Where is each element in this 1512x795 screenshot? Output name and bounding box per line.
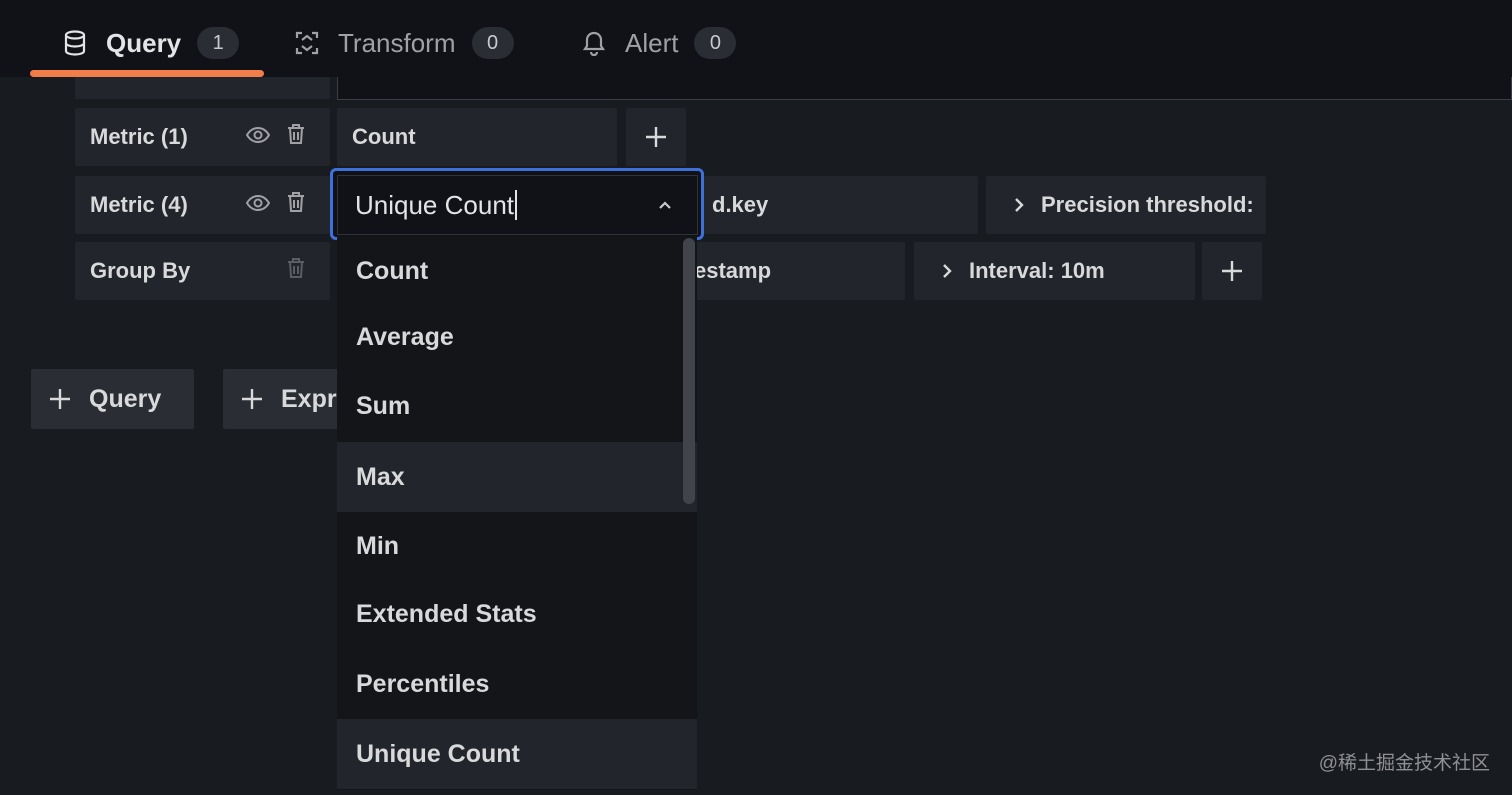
option-unique-count[interactable]: Unique Count [337,719,697,789]
tab-alert-count: 0 [694,27,737,59]
option-sum[interactable]: Sum [337,371,697,441]
option-min[interactable]: Min [337,511,697,581]
plus-icon [242,389,262,409]
metric-1-row-label: Metric (1) [75,108,330,166]
metric-1-type-value: Count [352,124,416,149]
eye-icon[interactable] [245,192,271,218]
interval-toggle[interactable]: Interval: 10m [914,242,1195,300]
hidden-row-label [75,77,330,99]
tab-transform-count: 0 [471,27,514,59]
text-cursor [515,190,517,220]
watermark: @稀土掘金技术社区 [1318,753,1490,774]
add-query-button[interactable]: Query [31,369,194,429]
tab-query[interactable]: Query 1 [62,22,240,64]
add-query-label: Query [89,384,162,413]
tab-transform[interactable]: Transform 0 [294,22,514,64]
metric-type-select-value: Unique Count [355,189,514,220]
metric-1-label: Metric (1) [90,124,188,149]
metric-type-select-input[interactable]: Unique Count [337,175,698,235]
group-by-label: Group By [90,258,191,283]
plus-icon [50,389,70,409]
interval-label: Interval: 10m [969,258,1105,283]
metric-4-field-select[interactable]: d.key [697,176,978,234]
add-group-by-button[interactable] [1202,242,1262,300]
metric-4-label: Metric (4) [90,192,188,217]
chevron-right-icon [943,264,952,278]
option-average[interactable]: Average [337,302,697,372]
group-by-row-label: Group By [75,242,330,300]
add-metric-button[interactable] [626,108,686,166]
tab-query-label: Query [106,27,182,58]
query-editor-tabs: Query 1 Transform 0 Alert 0 [0,0,1512,77]
tab-transform-label: Transform [338,27,456,58]
tab-alert[interactable]: Alert 0 [581,22,737,64]
transform-icon [294,30,320,56]
plus-icon [646,127,666,147]
precision-threshold-toggle[interactable]: Precision threshold: [986,176,1266,234]
eye-icon[interactable] [245,124,271,150]
dropdown-scrollbar-thumb[interactable] [683,238,695,504]
option-percentiles[interactable]: Percentiles [337,649,697,719]
active-tab-indicator [30,70,264,77]
database-icon [62,30,88,56]
metric-4-row-label: Metric (4) [75,176,330,234]
add-expression-button[interactable]: Expr [223,369,337,429]
bell-icon [581,30,607,56]
metric-type-dropdown: Count Average Sum Max Min Extended Stats… [337,236,697,790]
metric-4-field-value: d.key [712,192,769,217]
trash-icon[interactable] [286,191,306,219]
option-extended-stats[interactable]: Extended Stats [337,579,697,649]
trash-icon [286,257,306,285]
tab-alert-label: Alert [625,27,679,58]
trash-icon[interactable] [286,123,306,151]
chevron-right-icon [1015,198,1024,212]
add-expression-label: Expr [281,384,337,413]
metric-1-type-select[interactable]: Count [337,108,617,166]
group-by-field-select[interactable]: estamp [686,242,905,300]
precision-threshold-label: Precision threshold: [1041,192,1254,217]
tab-query-count: 1 [197,27,240,59]
plus-icon [1222,261,1242,281]
hidden-row-input[interactable] [337,77,1512,100]
chevron-up-icon[interactable] [652,194,678,216]
option-max[interactable]: Max [337,442,697,512]
option-count[interactable]: Count [337,236,697,306]
group-by-field-value: estamp [694,258,772,283]
